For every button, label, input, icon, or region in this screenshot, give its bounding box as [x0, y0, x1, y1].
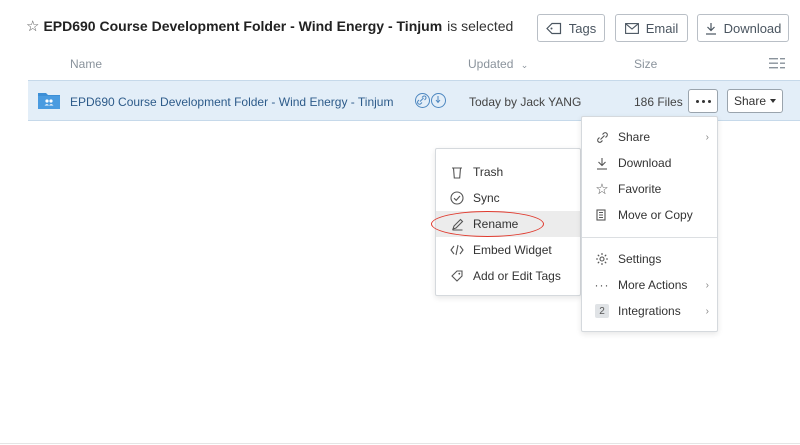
list-view-icon[interactable] [769, 58, 785, 69]
chevron-right-icon: › [705, 131, 709, 143]
row-size-text: 186 Files [634, 95, 683, 109]
copy-icon [594, 207, 610, 223]
column-size-header[interactable]: Size [634, 57, 657, 71]
menu-item-label: More Actions [618, 278, 688, 292]
row-share-button[interactable]: Share [727, 89, 783, 113]
row-updated-text: Today by Jack YANG [469, 95, 582, 109]
menu-item-trash[interactable]: Trash [436, 159, 580, 185]
email-button[interactable]: Email [615, 14, 688, 42]
column-updated-header[interactable]: Updated ⌄ [468, 57, 528, 71]
column-name-header[interactable]: Name [70, 57, 102, 71]
caret-down-icon [770, 99, 777, 103]
trash-icon [449, 164, 465, 180]
chevron-right-icon: › [705, 305, 709, 317]
tags-button-label: Tags [568, 20, 597, 36]
more-options-menu: Share › Download ☆ Favorite Move or Copy… [581, 116, 718, 332]
menu-item-more-actions[interactable]: ··· More Actions › [582, 272, 717, 298]
menu-item-download[interactable]: Download [582, 150, 717, 176]
menu-item-label: Favorite [618, 182, 662, 196]
divider [0, 443, 800, 444]
link-icon[interactable] [415, 93, 430, 108]
email-button-label: Email [645, 20, 679, 36]
menu-item-label: Move or Copy [618, 208, 693, 222]
download-icon [705, 22, 716, 35]
menu-item-settings[interactable]: Settings [582, 246, 717, 272]
menu-item-embed-widget[interactable]: Embed Widget [436, 237, 580, 263]
menu-divider [582, 237, 717, 238]
email-icon [624, 22, 639, 34]
ellipsis-icon: ··· [594, 278, 610, 292]
gear-icon [594, 251, 610, 267]
file-name-link[interactable]: EPD690 Course Development Folder - Wind … [70, 95, 393, 109]
download-button-label: Download [723, 20, 782, 36]
star-icon[interactable]: ☆ [26, 19, 39, 34]
tags-button[interactable]: Tags [537, 14, 605, 42]
highlight-circle-annotation [431, 211, 544, 237]
dot-icon [695, 99, 699, 103]
chevron-right-icon: › [705, 279, 709, 291]
menu-item-move-copy[interactable]: Move or Copy [582, 202, 717, 228]
more-options-button[interactable] [688, 89, 718, 113]
menu-item-label: Share [618, 130, 651, 144]
dot-icon [707, 99, 711, 103]
collab-folder-icon [38, 93, 60, 109]
menu-item-add-edit-tags[interactable]: Add or Edit Tags [436, 263, 580, 289]
menu-item-sync[interactable]: Sync [436, 185, 580, 211]
tag-icon [545, 22, 561, 34]
selection-title: ☆ EPD690 Course Development Folder - Win… [26, 18, 513, 34]
row-share-label: Share [733, 94, 767, 108]
code-icon [449, 242, 465, 258]
column-updated-label: Updated [468, 57, 514, 71]
download-icon [594, 155, 610, 171]
menu-item-label: Sync [473, 191, 500, 205]
integrations-count-badge: 2 [595, 304, 609, 318]
menu-item-label: Integrations [618, 304, 681, 318]
star-icon: ☆ [595, 180, 609, 198]
sync-icon [449, 190, 465, 206]
menu-item-label: Embed Widget [473, 243, 552, 257]
menu-item-label: Trash [473, 165, 504, 179]
menu-item-label: Download [618, 156, 672, 170]
menu-item-label: Settings [618, 252, 662, 266]
download-button[interactable]: Download [697, 14, 789, 42]
dot-icon [701, 99, 705, 103]
menu-item-favorite[interactable]: ☆ Favorite [582, 176, 717, 202]
sync-icon[interactable] [431, 93, 446, 108]
link-icon [594, 129, 610, 145]
menu-item-label: Add or Edit Tags [473, 269, 561, 283]
selected-status-text: is selected [447, 18, 514, 34]
selected-item-title: EPD690 Course Development Folder - Wind … [43, 18, 443, 34]
menu-item-integrations[interactable]: 2 Integrations › [582, 298, 717, 324]
tag-icon [449, 268, 465, 284]
menu-item-share[interactable]: Share › [582, 124, 717, 150]
sort-chevron-icon: ⌄ [520, 60, 529, 70]
